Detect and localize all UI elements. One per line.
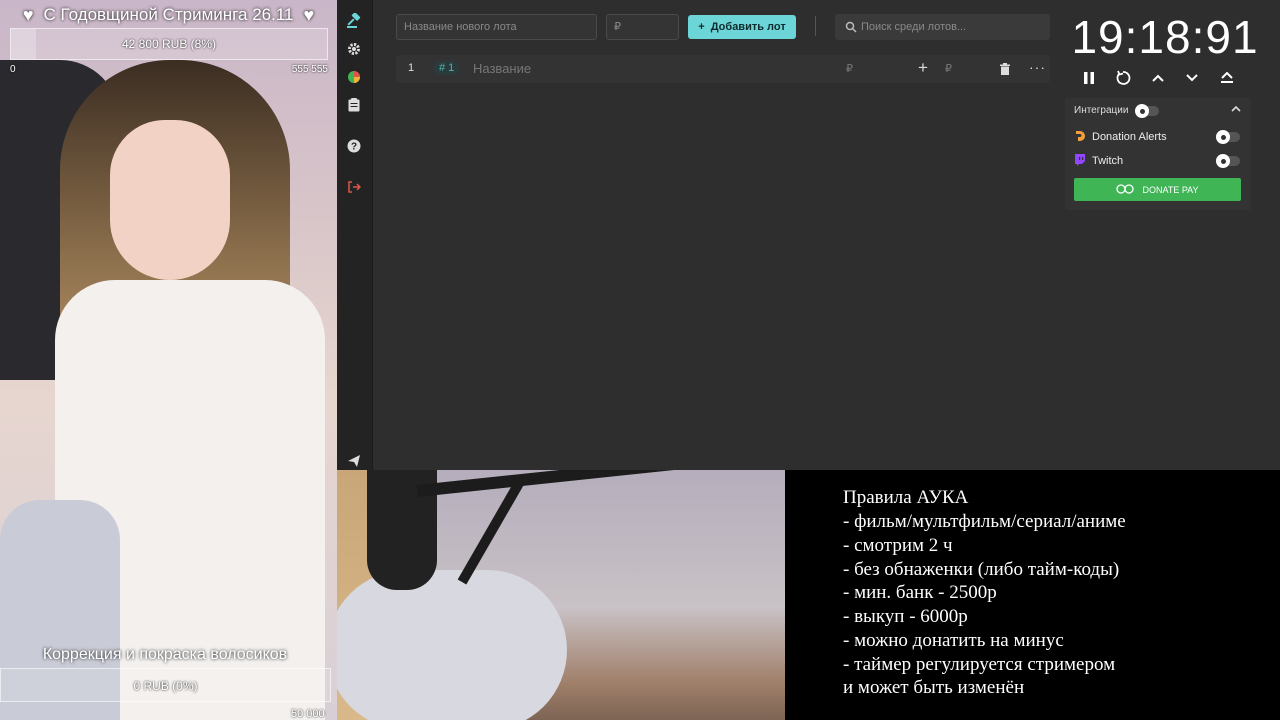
donation-goal-bottom: Коррекция и покраска волосиков 0 RUB (0%… [0, 642, 340, 720]
sidebar: ? [337, 0, 373, 470]
toolbar-divider [815, 16, 816, 36]
goal-title: С Годовщиной Стриминга 26.11 [43, 5, 294, 24]
lot-amount-field[interactable]: ₽ [846, 62, 853, 75]
integration-donation-alerts: Donation Alerts [1074, 129, 1167, 145]
timer-panel: 19:18:91 Интеграции Donation Alerts Twit… [1060, 0, 1280, 470]
fluffy-sleeve [337, 570, 567, 720]
rules-line: - выкуп - 6000р [843, 606, 968, 627]
gear-icon[interactable] [345, 40, 363, 58]
goal-max-label: 50 000 [291, 708, 325, 720]
integration-label: Twitch [1092, 155, 1124, 167]
add-bid-button[interactable]: + [918, 58, 928, 78]
svg-text:?: ? [351, 142, 357, 153]
reset-icon[interactable] [1112, 68, 1134, 88]
lots-panel: + Добавить лот 1 # 1 Название ₽ + ₽ [373, 0, 1060, 470]
goal-progress-text: 42 800 RUB (8%) [121, 37, 217, 51]
double-chevron-up-icon[interactable] [1216, 68, 1238, 88]
mic-arm [416, 470, 785, 497]
logout-icon[interactable] [345, 178, 363, 196]
heart-icon: ♥ [303, 4, 315, 25]
donation-alerts-icon [1074, 130, 1086, 145]
integration-twitch: Twitch [1074, 153, 1123, 169]
lot-row: 1 # 1 Название ₽ + ₽ ··· [396, 55, 1050, 83]
donation-goal-top: ♥ С Годовщиной Стриминга 26.11 ♥ 42 800 … [0, 0, 337, 80]
webcam-feed [0, 0, 337, 720]
lot-amount-input[interactable] [606, 14, 679, 40]
chevron-down-icon[interactable] [1181, 68, 1203, 88]
stream-frame: ♥ С Годовщиной Стриминга 26.11 ♥ 42 800 … [0, 0, 1280, 720]
goal-max-label: 555 555 [291, 64, 328, 75]
auction-app: ? + Добавить лот [337, 0, 1280, 470]
auction-timer: 19:18:91 [1071, 11, 1259, 63]
integrations-title: Интеграции [1074, 105, 1129, 116]
rules-line: - смотрим 2 ч [843, 535, 953, 556]
help-icon[interactable]: ? [345, 137, 363, 155]
rules-line: и может быть изменён [843, 677, 1025, 698]
rules-line: - можно донатить на минус [843, 630, 1064, 651]
donate-pay-icon [1116, 183, 1135, 196]
second-camera-feed [337, 470, 785, 720]
add-lot-button[interactable]: + Добавить лот [688, 15, 796, 39]
pie-chart-icon[interactable] [345, 68, 363, 86]
integrations-toggle[interactable] [1135, 104, 1159, 118]
twitch-icon [1074, 153, 1086, 169]
trash-icon[interactable] [1000, 62, 1010, 80]
goal-title: Коррекция и покраска волосиков [42, 646, 288, 663]
send-icon[interactable] [345, 452, 363, 470]
goal-progress-text: 0 RUB (0%) [133, 679, 198, 693]
auction-rules: Правила АУКА - фильм/мультфильм/сериал/а… [785, 470, 1280, 720]
goal-progress-bar: 42 800 RUB (8%) [10, 28, 328, 60]
rules-line: - мин. банк - 2500р [843, 582, 997, 603]
chevron-up-icon[interactable] [1231, 103, 1241, 115]
auction-hammer-icon[interactable] [345, 12, 363, 30]
donation-alerts-toggle[interactable] [1216, 130, 1240, 144]
lot-name-input[interactable] [396, 14, 597, 40]
integration-label: Donation Alerts [1092, 131, 1167, 143]
goal-title-row: ♥ С Годовщиной Стриминга 26.11 ♥ [0, 4, 337, 26]
search-box[interactable] [835, 14, 1050, 40]
rules-title: Правила АУКА [843, 487, 969, 508]
twitch-toggle[interactable] [1216, 154, 1240, 168]
heart-icon: ♥ [22, 4, 34, 25]
rules-line: - таймер регулируется стримером [843, 654, 1116, 675]
lot-name[interactable]: Название [473, 61, 531, 76]
integrations-panel: Интеграции Donation Alerts Twitch DONATE… [1065, 98, 1251, 210]
rules-line: - без обнаженки (либо тайм-коды) [843, 559, 1120, 580]
donate-pay-label: DONATE PAY [1142, 184, 1199, 195]
plus-icon: + [698, 21, 705, 33]
lot-index: 1 [408, 62, 415, 74]
goal-min-label: 0 [10, 64, 16, 75]
clipboard-icon[interactable] [345, 96, 363, 114]
lot-id-tag[interactable]: # 1 [434, 61, 460, 75]
streamer-face [110, 120, 230, 280]
lot-bid-field[interactable]: ₽ [945, 62, 952, 75]
rules-line: - фильм/мультфильм/сериал/аниме [843, 511, 1126, 532]
chevron-up-icon[interactable] [1147, 68, 1169, 88]
donate-pay-button[interactable]: DONATE PAY [1074, 178, 1241, 201]
search-icon [845, 20, 857, 38]
search-input[interactable] [861, 14, 1046, 40]
more-options-icon[interactable]: ··· [1029, 59, 1046, 75]
pause-icon[interactable] [1078, 68, 1100, 88]
goal-progress-bar: 0 RUB (0%) [0, 668, 331, 702]
add-lot-label: Добавить лот [710, 21, 786, 33]
mic-arm [457, 475, 527, 585]
